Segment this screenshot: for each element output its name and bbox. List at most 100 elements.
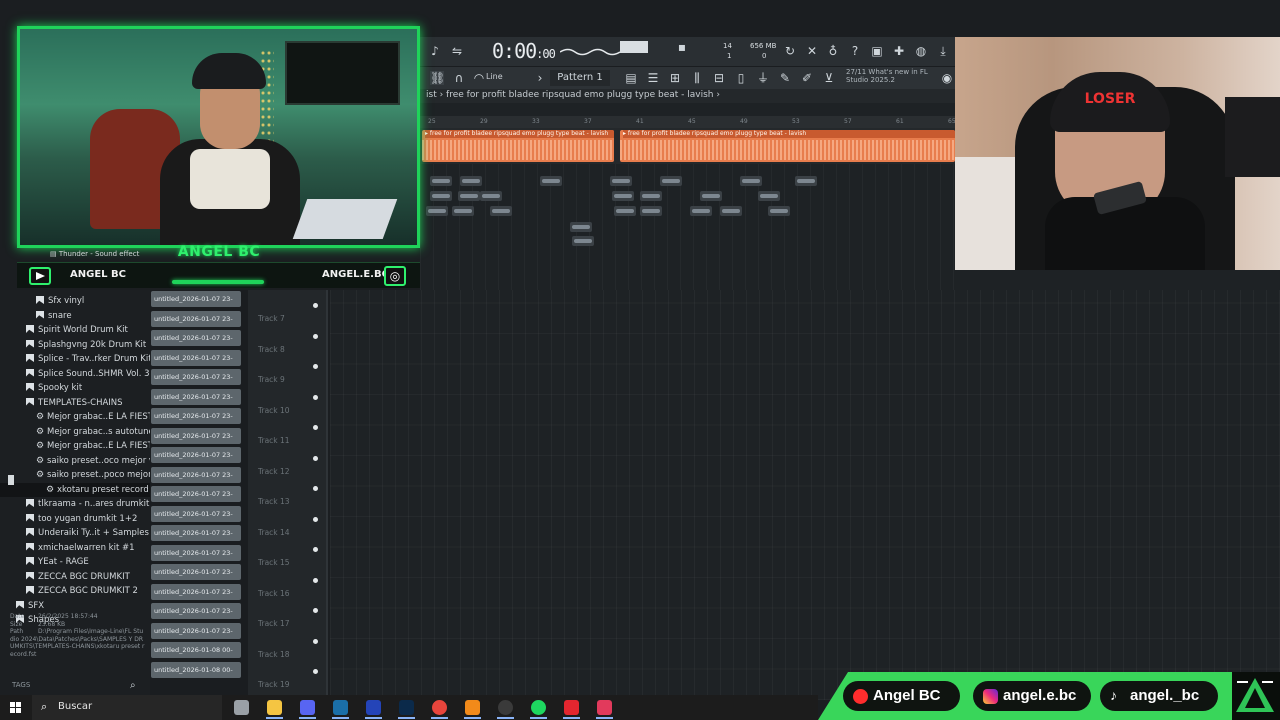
pattern-clip[interactable] [768,206,790,216]
track-label[interactable]: Track 15 [258,558,290,567]
browser-item[interactable]: TEMPLATES-CHAINS [0,396,150,411]
taskbar-search[interactable]: ⌕ Buscar [32,695,222,720]
pattern-clip[interactable] [795,176,817,186]
clip-source-item[interactable]: untitled_2026-01-07 23- [151,544,241,561]
track-label[interactable]: Track 17 [258,619,290,628]
clip-source-item[interactable]: untitled_2026-01-07 23- [151,408,241,424]
pattern-clip[interactable] [572,236,594,246]
tiktok-icon[interactable] [597,700,612,715]
track-label[interactable]: Track 7 [258,314,285,323]
loop-icon[interactable]: ⇋ [450,44,464,58]
download-icon[interactable]: ⤓ [936,44,950,58]
pattern-clip[interactable] [570,222,592,232]
track-enable-dot[interactable] [313,547,318,552]
discord-icon[interactable] [300,700,315,715]
browser-item[interactable]: Sfx vinyl [0,294,150,309]
track-enable-dot[interactable] [313,608,318,613]
document-icon[interactable]: ▯ [734,71,748,85]
globe-icon[interactable]: ◉ [940,71,954,85]
clip-source-item[interactable]: untitled_2026-01-07 23- [151,583,241,600]
pattern-clip[interactable] [540,176,562,186]
clip-source-item[interactable]: untitled_2026-01-07 23- [151,486,241,502]
sliders-icon[interactable]: ⫼ [690,71,704,85]
audio-clip[interactable]: ▸ free for profit bladee ripsquad emo pl… [620,130,955,162]
photoshop-icon[interactable] [399,700,414,715]
browser-item[interactable]: Splice Sound..SHMR Vol. 3 [0,367,150,382]
file-explorer-icon[interactable] [267,700,282,715]
app-red-icon[interactable] [564,700,579,715]
clip-source-item[interactable]: untitled_2026-01-07 23- [151,330,241,346]
clip-source-item[interactable]: untitled_2026-01-07 23- [151,310,241,327]
browser-item[interactable]: xmichaelwarren kit #1 [0,541,150,556]
pattern-clip[interactable] [480,191,502,201]
pattern-clip[interactable] [640,206,662,216]
playlist-grid-right[interactable] [955,270,1280,290]
song-position-display[interactable]: 0:00:00 [492,39,556,63]
pattern-clip[interactable] [452,206,474,216]
arrow-right-icon[interactable]: › [533,71,547,85]
track-label[interactable]: Track 16 [258,589,290,598]
pattern-clip[interactable] [740,176,762,186]
tempo-icon[interactable]: ▪ [675,40,689,54]
spotify-icon[interactable] [531,700,546,715]
browser-item[interactable]: too yugan drumkit 1+2 [0,512,150,527]
tags-label[interactable]: TAGS [12,681,30,689]
microphone-icon[interactable]: ♁ [826,44,840,58]
mixer-icon[interactable]: ⊞ [668,71,682,85]
chat-icon[interactable]: ◍ [914,44,928,58]
audio-clip[interactable]: ▸ free for profit bladee ripsquad emo pl… [422,130,614,162]
pattern-clip[interactable] [700,191,722,201]
track-label[interactable]: Track 8 [258,345,285,354]
track-enable-dot[interactable] [313,333,318,339]
track-label[interactable]: Track 12 [258,467,290,476]
cart-icon[interactable]: ⊻ [822,71,836,85]
windows-start-icon[interactable] [10,702,21,713]
news-hint[interactable]: 27/11 What's new in FL Studio 2025.2 [846,68,931,84]
save-icon[interactable]: ▣ [870,44,884,58]
pattern-clip[interactable] [430,176,452,186]
eraser-icon[interactable]: ✐ [800,71,814,85]
browser-item[interactable]: ZECCA BGC DRUMKIT 2 [0,584,150,599]
browser-item[interactable]: snare [0,309,150,324]
track-enable-dot[interactable] [313,669,318,674]
pattern-clip[interactable] [614,206,636,216]
piano-roll-icon[interactable]: ♪ [428,44,442,58]
clip-source-item[interactable]: untitled_2026-01-07 23- [151,291,241,307]
pattern-clip[interactable] [758,191,780,201]
obs-icon[interactable] [498,700,513,715]
track-label[interactable]: Track 18 [258,650,290,659]
browser-item[interactable]: ⚙ Mejor grabac..E LA FIESTA [0,410,158,425]
track-enable-dot[interactable] [313,394,318,400]
track-enable-dot[interactable] [313,577,318,583]
fl-studio-icon[interactable] [465,700,480,715]
track-enable-dot[interactable] [313,638,318,644]
pattern-clip[interactable] [430,191,452,201]
clip-source-item[interactable]: untitled_2026-01-07 23- [151,505,241,522]
pattern-clip[interactable] [610,176,632,186]
link-icon[interactable]: ⛓ [430,71,445,85]
browser-item[interactable]: ⚙ Mejor grabac..s autotune) [0,425,157,440]
pattern-clip[interactable] [460,176,482,186]
snap-icon[interactable]: ◠ [472,71,486,85]
clip-source-item[interactable]: untitled_2026-01-07 23- [151,466,241,483]
track-enable-dot[interactable] [313,364,318,369]
browser-item[interactable]: tlkraama - n..ares drumkit [0,497,150,512]
clip-source-item[interactable]: untitled_2026-01-07 23- [151,447,241,463]
pattern-clip[interactable] [640,191,662,201]
pattern-clip[interactable] [720,206,742,216]
playlist-breadcrumb[interactable]: ist › free for profit bladee ripsquad em… [426,90,720,100]
browser-item[interactable]: Splashgvng 20k Drum Kit [0,338,150,353]
clip-source-item[interactable]: untitled_2026-01-07 23- [151,622,241,639]
brush-icon[interactable]: ✎ [778,71,792,85]
browser-item[interactable]: Spirit World Drum Kit [0,323,150,338]
clip-source-item[interactable]: untitled_2026-01-07 23- [151,369,241,385]
pattern-clip[interactable] [426,206,448,216]
playlist-grid[interactable] [330,290,1280,700]
plugin-icon[interactable]: ✚ [892,44,906,58]
task-view-icon[interactable] [234,700,249,715]
track-label[interactable]: Track 11 [258,436,290,445]
track-label[interactable]: Track 9 [258,375,285,384]
pattern-clip[interactable] [458,191,480,201]
clip-source-item[interactable]: untitled_2026-01-07 23- [151,388,241,405]
pattern-clip[interactable] [490,206,512,216]
